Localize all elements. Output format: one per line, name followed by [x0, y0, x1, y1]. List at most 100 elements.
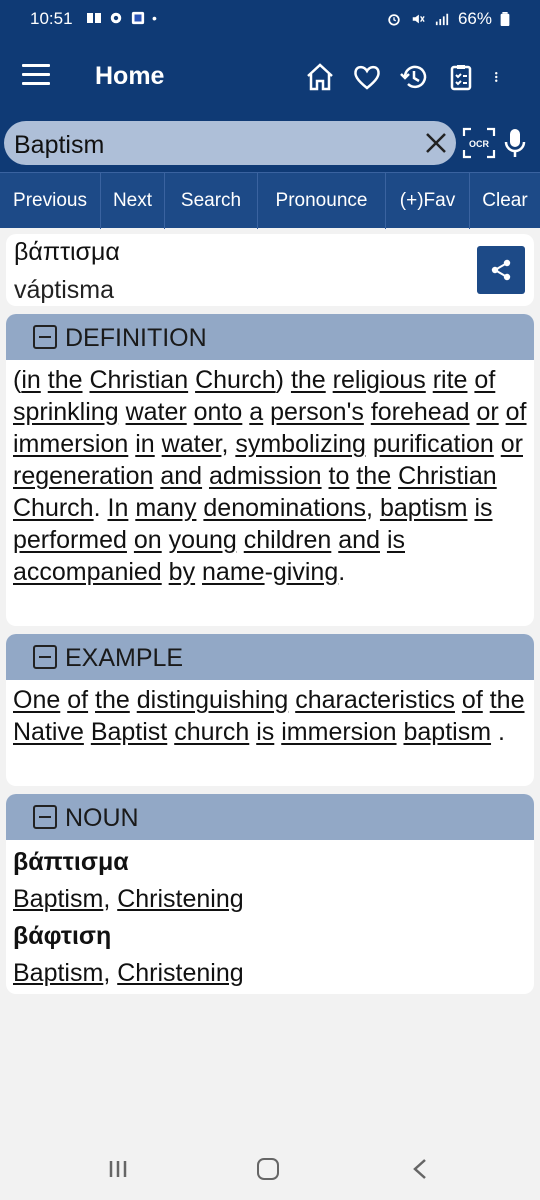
word-link[interactable]: distinguishing	[137, 686, 289, 714]
word-link[interactable]: Native	[13, 718, 84, 746]
collapse-icon[interactable]	[33, 645, 57, 669]
word-link[interactable]: and	[338, 526, 380, 554]
word-link[interactable]: immersion	[281, 718, 396, 746]
search-input[interactable]: Baptism	[4, 121, 456, 165]
word-link[interactable]: denominations	[203, 494, 366, 522]
punctuation	[119, 398, 126, 426]
noun-greek: βάφτιση	[13, 922, 112, 950]
word-link[interactable]: baptism	[380, 494, 468, 522]
word-link[interactable]: by	[169, 558, 195, 586]
word-link[interactable]: church	[174, 718, 249, 746]
punctuation	[155, 430, 162, 458]
word-link[interactable]: in	[135, 430, 154, 458]
translation-link[interactable]: Christening	[117, 885, 243, 913]
word-link[interactable]: and	[160, 462, 202, 490]
history-icon[interactable]	[399, 62, 429, 92]
word-link[interactable]: is	[256, 718, 274, 746]
word-link[interactable]: to	[329, 462, 350, 490]
translation-link[interactable]: Baptism	[13, 959, 103, 987]
word-link[interactable]: of	[67, 686, 88, 714]
recent-apps-icon[interactable]	[108, 1160, 128, 1178]
word-link[interactable]: of	[474, 366, 495, 394]
share-button[interactable]	[477, 246, 525, 294]
word-link[interactable]: the	[291, 366, 326, 394]
word-link[interactable]: forehead	[371, 398, 470, 426]
punctuation	[380, 526, 387, 554]
word-link[interactable]: the	[95, 686, 130, 714]
pronounce-button[interactable]: Pronounce	[258, 173, 386, 229]
word-link[interactable]: accompanied	[13, 558, 162, 586]
word-link[interactable]: characteristics	[295, 686, 455, 714]
close-icon[interactable]	[424, 131, 448, 155]
punctuation	[195, 558, 202, 586]
previous-button[interactable]: Previous	[0, 173, 101, 229]
word-link[interactable]: on	[134, 526, 162, 554]
word-link[interactable]: rite	[433, 366, 468, 394]
word-link[interactable]: religious	[333, 366, 426, 394]
word-link[interactable]: baptism	[403, 718, 491, 746]
word-link[interactable]: young	[169, 526, 237, 554]
word-link[interactable]: immersion	[13, 430, 128, 458]
punctuation: .	[491, 718, 505, 746]
punctuation	[455, 686, 462, 714]
word-link[interactable]: person's	[270, 398, 364, 426]
ocr-icon[interactable]: OCR	[462, 127, 496, 159]
word-link[interactable]: symbolizing	[235, 430, 366, 458]
word-link[interactable]: onto	[194, 398, 243, 426]
word-link[interactable]: One	[13, 686, 60, 714]
word-link[interactable]: performed	[13, 526, 127, 554]
heart-icon[interactable]	[352, 62, 382, 92]
search-button[interactable]: Search	[165, 173, 258, 229]
punctuation	[494, 430, 501, 458]
word-link[interactable]: of	[462, 686, 483, 714]
collapse-icon[interactable]	[33, 325, 57, 349]
word-link[interactable]: Christian	[398, 462, 497, 490]
definition-label: DEFINITION	[65, 324, 207, 352]
menu-icon[interactable]	[22, 64, 50, 88]
clipboard-icon[interactable]	[446, 62, 476, 92]
next-button[interactable]: Next	[101, 173, 165, 229]
word-link[interactable]: giving	[273, 558, 338, 586]
word-link[interactable]: the	[490, 686, 525, 714]
clear-button[interactable]: Clear	[470, 173, 540, 229]
microphone-icon[interactable]	[503, 127, 527, 159]
word-link[interactable]: in	[21, 366, 40, 394]
word-link[interactable]: name	[202, 558, 265, 586]
word-link[interactable]: Church	[195, 366, 276, 394]
word-link[interactable]: or	[501, 430, 523, 458]
word-link[interactable]: water	[162, 430, 222, 458]
word-link[interactable]: is	[387, 526, 405, 554]
word-link[interactable]: many	[135, 494, 196, 522]
word-link[interactable]: admission	[209, 462, 322, 490]
punctuation: ,	[366, 494, 380, 522]
back-icon[interactable]	[410, 1158, 430, 1180]
word-link[interactable]: or	[476, 398, 498, 426]
example-text: One of the distinguishing characteristic…	[6, 680, 534, 756]
notification-icons: •	[86, 10, 157, 26]
noun-header[interactable]: NOUN	[6, 794, 534, 840]
translation-link[interactable]: Baptism	[13, 885, 103, 913]
word-link[interactable]: children	[244, 526, 332, 554]
word-link[interactable]: the	[48, 366, 83, 394]
translation-link[interactable]: Christening	[117, 959, 243, 987]
word-link[interactable]: purification	[373, 430, 494, 458]
word-link[interactable]: In	[108, 494, 129, 522]
word-link[interactable]: of	[506, 398, 527, 426]
word-link[interactable]: Baptist	[91, 718, 167, 746]
punctuation: -	[264, 558, 273, 586]
more-options-icon[interactable]	[493, 62, 507, 92]
word-link[interactable]: sprinkling	[13, 398, 119, 426]
definition-header[interactable]: DEFINITION	[6, 314, 534, 360]
word-link[interactable]: Church	[13, 494, 94, 522]
word-link[interactable]: regeneration	[13, 462, 153, 490]
add-favorite-button[interactable]: (+)Fav	[386, 173, 470, 229]
word-link[interactable]: water	[126, 398, 187, 426]
word-link[interactable]: Christian	[89, 366, 188, 394]
word-link[interactable]: a	[249, 398, 263, 426]
home-nav-icon[interactable]	[257, 1158, 279, 1180]
collapse-icon[interactable]	[33, 805, 57, 829]
example-header[interactable]: EXAMPLE	[6, 634, 534, 680]
home-icon[interactable]	[305, 62, 335, 92]
word-link[interactable]: is	[474, 494, 492, 522]
word-link[interactable]: the	[356, 462, 391, 490]
